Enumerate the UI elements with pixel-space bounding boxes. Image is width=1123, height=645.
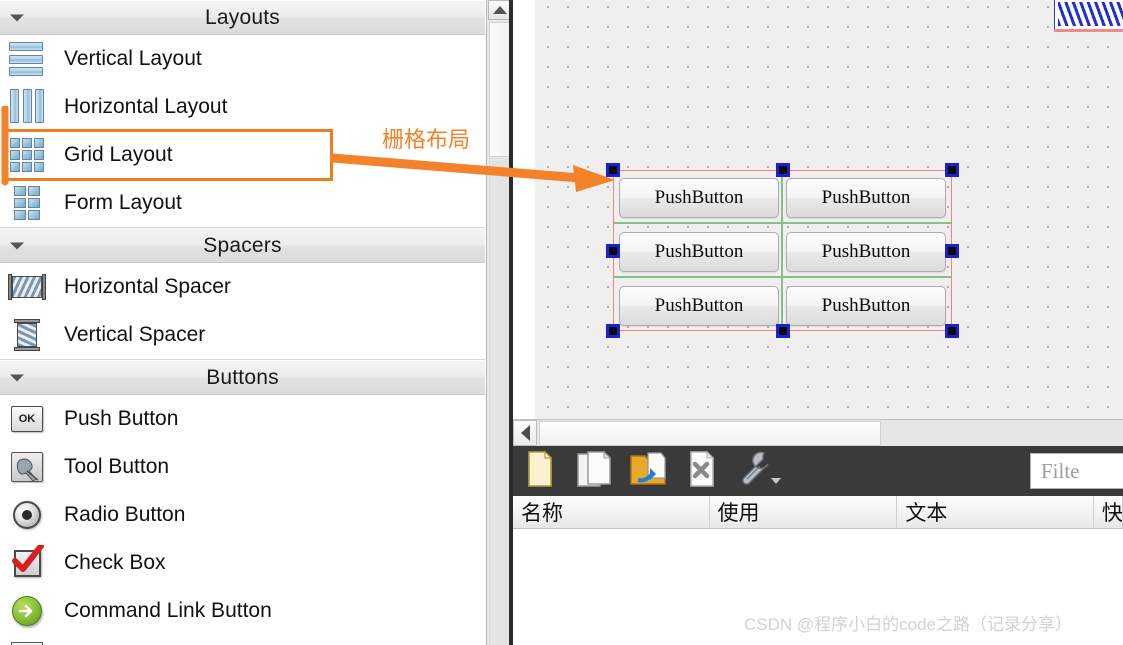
chevron-down-icon [10,14,24,21]
form-layout-icon [8,184,46,222]
resize-handle[interactable] [945,244,959,258]
widget-item-label: Radio Button [64,503,186,526]
cutoff-widget[interactable] [1054,0,1123,32]
widget-item-label: Form Layout [64,191,182,214]
push-button-widget[interactable]: PushButton [786,286,946,326]
canvas-horizontal-scrollbar[interactable] [513,419,1123,446]
annotation-arrow-tail-icon [1,106,9,186]
column-header-usage[interactable]: 使用 [710,496,898,528]
copy-file-icon [574,450,614,493]
check-box-icon [8,544,46,582]
chevron-down-icon [10,242,24,249]
command-link-button-icon [8,592,46,630]
save-file-icon [628,450,668,493]
hatch-pattern [1058,2,1123,26]
grid-line-horizontal [614,222,951,224]
widget-item-label: Vertical Layout [64,47,202,70]
wrench-icon [738,450,774,493]
widget-item-horizontal-spacer[interactable]: Horizontal Spacer [0,263,485,311]
push-button-icon-label: OK [11,406,43,432]
qt-designer-window: Layouts Vertical Layout Horizontal Layou… [0,0,1123,645]
widget-item-check-box[interactable]: Check Box [0,539,485,587]
resize-handle[interactable] [776,163,790,177]
resize-handle[interactable] [945,324,959,338]
widget-item-partial[interactable] [0,635,485,645]
widget-item-label: Check Box [64,551,166,574]
new-file-icon [523,450,557,493]
grid-line-horizontal [614,276,951,278]
push-button-icon: OK [8,400,46,438]
action-table-header: 名称 使用 文本 快 [513,496,1123,529]
chevron-down-icon[interactable] [771,478,781,484]
scrollbar-thumb[interactable] [539,421,881,446]
push-button-widget[interactable]: PushButton [619,178,779,218]
grid-layout-group[interactable]: PushButton PushButton PushButton PushBut… [606,163,959,338]
widget-item-label: Vertical Spacer [64,323,206,346]
push-button-widget[interactable]: PushButton [786,232,946,272]
widget-list-buttons: OK Push Button Tool Button Radio Button … [0,395,485,645]
annotation-label: 栅格布局 [382,127,471,152]
group-header-buttons[interactable]: Buttons [0,360,485,395]
column-header-shortcut[interactable]: 快 [1094,496,1123,528]
horizontal-spacer-icon [8,268,46,306]
widget-icon [8,635,46,645]
group-title: Layouts [205,5,280,29]
action-editor-toolbar: Filte [513,446,1123,496]
group-title: Buttons [206,365,279,389]
group-title: Spacers [203,233,282,257]
filter-input[interactable]: Filte [1030,453,1123,489]
widget-item-label: Horizontal Spacer [64,275,231,298]
widget-item-push-button[interactable]: OK Push Button [0,395,485,443]
save-file-button[interactable] [621,446,675,496]
watermark-text: CSDN @程序小白的code之路（记录分享） [744,615,1073,634]
resize-handle[interactable] [945,163,959,177]
resize-handle[interactable] [776,324,790,338]
delete-file-icon [685,450,719,493]
grid-line-vertical [781,171,783,330]
triangle-left-icon[interactable] [513,420,537,446]
widget-item-label: Tool Button [64,455,170,478]
widget-item-tool-button[interactable]: Tool Button [0,443,485,491]
widget-item-label: Command Link Button [64,599,272,622]
widget-item-command-link-button[interactable]: Command Link Button [0,587,485,635]
resize-handle[interactable] [606,244,620,258]
resize-handle[interactable] [606,324,620,338]
widget-box-panel: Layouts Vertical Layout Horizontal Layou… [0,0,485,645]
group-header-layouts[interactable]: Layouts [0,0,485,35]
widget-item-radio-button[interactable]: Radio Button [0,491,485,539]
vertical-spacer-icon [8,316,46,354]
tool-button-icon [8,448,46,486]
chevron-down-icon [10,374,24,381]
vertical-layout-icon [8,40,46,78]
widget-item-vertical-spacer[interactable]: Vertical Spacer [0,311,485,359]
new-file-button[interactable] [513,446,567,496]
widget-item-vertical-layout[interactable]: Vertical Layout [0,35,485,83]
settings-button[interactable] [729,446,783,496]
annotation-arrow-icon [330,153,615,192]
push-button-widget[interactable]: PushButton [786,178,946,218]
radio-button-icon [8,496,46,534]
column-header-text[interactable]: 文本 [897,496,1094,528]
copy-file-button[interactable] [567,446,621,496]
column-header-name[interactable]: 名称 [513,496,710,528]
widget-item-label: Grid Layout [64,143,173,166]
delete-file-button[interactable] [675,446,729,496]
widget-item-label: Horizontal Layout [64,95,228,118]
widget-list-spacers: Horizontal Spacer Vertical Spacer [0,263,485,359]
widget-item-label: Push Button [64,407,179,430]
push-button-widget[interactable]: PushButton [619,286,779,326]
push-button-widget[interactable]: PushButton [619,232,779,272]
group-header-spacers[interactable]: Spacers [0,228,485,263]
